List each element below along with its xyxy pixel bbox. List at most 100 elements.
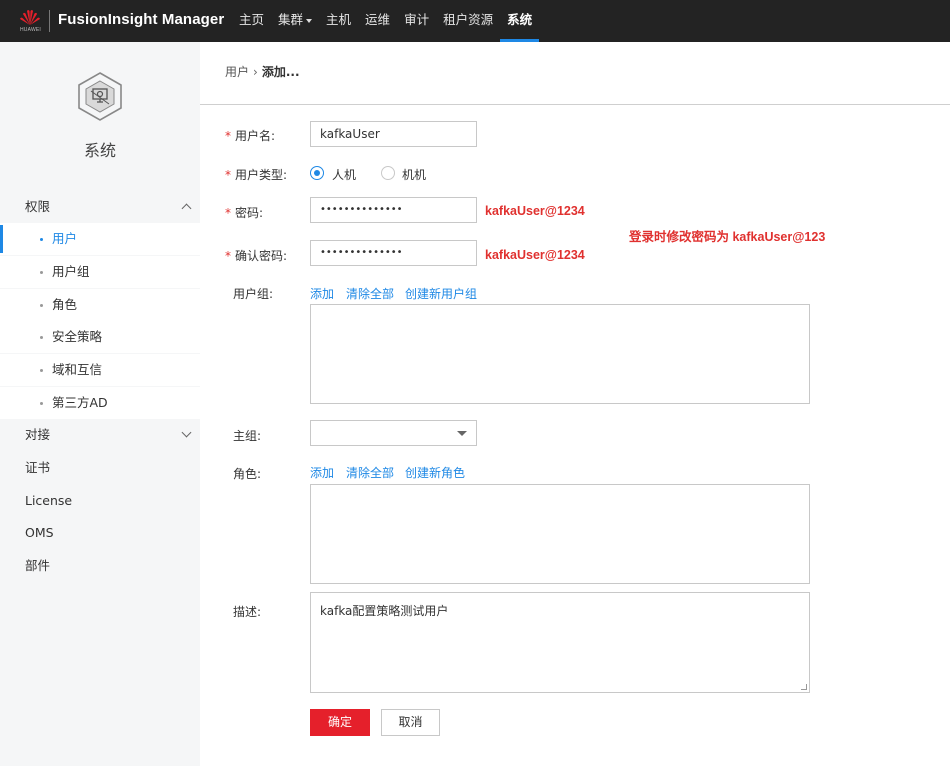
confirm-label-text: 确认密码: — [235, 249, 288, 263]
username-label-text: 用户名: — [235, 129, 276, 143]
confirm-password-annotation: kafkaUser@1234 — [485, 248, 585, 262]
chevron-up-icon — [181, 203, 192, 214]
sidebar-item-label: 角色 — [52, 297, 78, 312]
required-mark: * — [225, 206, 231, 220]
breadcrumb: 用户 › 添加... — [225, 63, 300, 80]
username-input[interactable]: kafkaUser — [310, 121, 477, 147]
confirm-password-input[interactable]: •••••••••••••• — [310, 240, 477, 266]
maingroup-select[interactable] — [310, 420, 477, 446]
main-nav: 主页 集群 主机 运维 审计 租户资源 系统 — [232, 0, 540, 42]
nav-item-ops[interactable]: 运维 — [358, 0, 397, 42]
create-role-link[interactable]: 创建新角色 — [405, 464, 465, 481]
ok-button[interactable]: 确定 — [310, 709, 370, 736]
nav-item-label: 审计 — [404, 12, 430, 27]
maingroup-label: 主组: — [233, 429, 262, 443]
password-annotation: kafkaUser@1234 — [485, 204, 585, 218]
bullet-icon — [40, 336, 43, 339]
description-text: kafka配置策略测试用户 — [320, 604, 449, 618]
sidebar-item-label: 安全策略 — [52, 329, 103, 344]
bullet-icon — [40, 238, 43, 241]
nav-item-tenant[interactable]: 租户资源 — [436, 0, 500, 42]
header-divider — [200, 104, 950, 105]
password-input[interactable]: •••••••••••••• — [310, 197, 477, 223]
role-list[interactable] — [310, 484, 810, 584]
sidebar-group-label: 证书 — [25, 460, 51, 475]
required-mark: * — [225, 249, 231, 263]
bullet-icon — [40, 304, 43, 307]
usertype-human-radio[interactable] — [310, 166, 324, 180]
caret-down-icon — [306, 18, 313, 23]
chevron-down-icon — [181, 427, 192, 438]
usergroup-label: 用户组: — [233, 287, 274, 301]
sidebar-item-users[interactable]: 用户 — [0, 223, 200, 255]
description-label: 描述: — [233, 605, 262, 619]
username-label: * 用户名: — [225, 127, 275, 144]
brand-separator — [49, 10, 50, 32]
sidebar-menu: 权限 用户 用户组 角色 安全策略 域和互信 第三方AD 对接 证书 Licen… — [0, 191, 200, 766]
sidebar-group-cert[interactable]: 证书 — [0, 452, 200, 484]
sidebar-group-label: OMS — [25, 525, 54, 540]
sidebar-title: 系统 — [83, 141, 116, 160]
password-label: * 密码: — [225, 204, 263, 221]
chevron-right-icon: › — [253, 65, 258, 79]
sidebar-group-connect[interactable]: 对接 — [0, 419, 200, 451]
usergroup-add-link[interactable]: 添加 — [310, 285, 334, 302]
sidebar-item-label: 域和互信 — [52, 362, 103, 377]
dropdown-arrow-icon — [457, 431, 467, 436]
usertype-label-text: 用户类型: — [235, 168, 288, 182]
sidebar-item-roles[interactable]: 角色 — [0, 289, 200, 321]
system-icon — [76, 71, 124, 121]
nav-item-cluster[interactable]: 集群 — [271, 0, 319, 42]
brand-title: FusionInsight Manager — [58, 11, 225, 28]
bullet-icon — [40, 402, 43, 405]
sidebar-item-label: 第三方AD — [52, 395, 108, 410]
breadcrumb-parent[interactable]: 用户 — [225, 65, 249, 79]
role-clear-link[interactable]: 清除全部 — [346, 464, 394, 481]
sidebar-group-oms[interactable]: OMS — [0, 517, 200, 549]
sidebar-item-security-policy[interactable]: 安全策略 — [0, 321, 200, 353]
usertype-human-label[interactable]: 人机 — [332, 166, 356, 183]
sidebar-item-usergroups[interactable]: 用户组 — [0, 256, 200, 288]
sidebar-item-label: 用户 — [52, 231, 78, 246]
nav-item-label: 集群 — [278, 12, 304, 27]
role-add-link[interactable]: 添加 — [310, 464, 334, 481]
cancel-button[interactable]: 取消 — [381, 709, 440, 736]
usertype-machine-radio[interactable] — [381, 166, 395, 180]
usertype-machine-label[interactable]: 机机 — [402, 166, 426, 183]
sidebar-group-label: License — [25, 493, 73, 508]
bullet-icon — [40, 271, 43, 274]
nav-item-hosts[interactable]: 主机 — [319, 0, 358, 42]
required-mark: * — [225, 129, 231, 143]
nav-item-system[interactable]: 系统 — [500, 0, 540, 42]
confirm-password-label: * 确认密码: — [225, 247, 287, 264]
sidebar-group-label: 权限 — [25, 199, 51, 214]
nav-item-label: 主页 — [239, 12, 265, 27]
top-navigation-bar: HUAWEI FusionInsight Manager 主页 集群 主机 运维… — [0, 0, 950, 42]
sidebar: 系统 权限 用户 用户组 角色 安全策略 域和互信 第三方AD 对接 证书 Li… — [0, 42, 200, 766]
nav-item-label: 系统 — [507, 12, 533, 27]
login-change-annotation: 登录时修改密码为 kafkaUser@123 — [629, 230, 826, 244]
nav-item-audit[interactable]: 审计 — [397, 0, 436, 42]
sidebar-group-label: 部件 — [25, 558, 51, 573]
bullet-icon — [40, 369, 43, 372]
nav-item-label: 运维 — [365, 12, 391, 27]
resize-handle-icon[interactable] — [801, 684, 807, 690]
usertype-label: * 用户类型: — [225, 166, 287, 183]
breadcrumb-current: 添加... — [261, 65, 300, 79]
sidebar-item-third-party-ad[interactable]: 第三方AD — [0, 387, 200, 419]
create-usergroup-link[interactable]: 创建新用户组 — [405, 285, 477, 302]
usergroup-list[interactable] — [310, 304, 810, 404]
description-textarea[interactable]: kafka配置策略测试用户 — [310, 592, 810, 693]
nav-item-label: 租户资源 — [443, 12, 494, 27]
sidebar-group-permission[interactable]: 权限 — [0, 191, 200, 223]
sidebar-group-label: 对接 — [25, 427, 51, 442]
role-label: 角色: — [233, 467, 262, 481]
sidebar-item-label: 用户组 — [52, 264, 90, 279]
logo-text: HUAWEI — [20, 27, 42, 33]
sidebar-item-domain-trust[interactable]: 域和互信 — [0, 354, 200, 386]
sidebar-group-component[interactable]: 部件 — [0, 550, 200, 582]
sidebar-group-license[interactable]: License — [0, 485, 200, 517]
nav-item-home[interactable]: 主页 — [232, 0, 271, 42]
usergroup-clear-link[interactable]: 清除全部 — [346, 285, 394, 302]
nav-item-label: 主机 — [326, 12, 352, 27]
